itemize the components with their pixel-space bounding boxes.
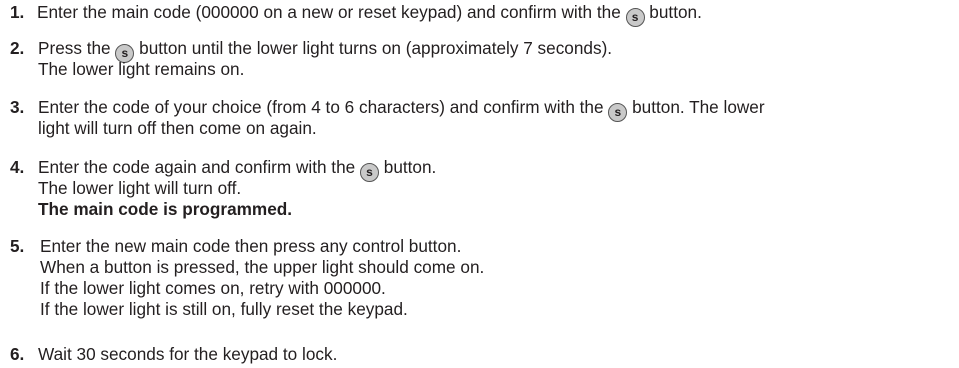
- step-number: 6.: [10, 344, 25, 364]
- step-line: If the lower light is still on, fully re…: [40, 299, 408, 319]
- step-number: 2.: [10, 38, 25, 58]
- step-text: Enter the main code (000000 on a new or …: [37, 2, 626, 22]
- step-line: Enter the new main code then press any c…: [40, 236, 462, 256]
- step-text: Press the: [38, 38, 116, 58]
- step-text: button.: [644, 2, 702, 22]
- step-text: Enter the code of your choice (from 4 to…: [38, 97, 609, 117]
- step-text: button. The lower: [627, 97, 765, 117]
- step-number: 3.: [10, 97, 25, 117]
- step-number: 1.: [10, 2, 25, 22]
- s-button-icon: s: [625, 8, 645, 27]
- s-button-icon: s: [359, 163, 379, 182]
- step-text: button.: [378, 157, 437, 177]
- step-text: button until the lower light turns on (a…: [134, 38, 613, 58]
- step-number: 4.: [10, 157, 25, 177]
- step-line: Wait 30 seconds for the keypad to lock.: [38, 344, 338, 364]
- step-line: The lower light remains on.: [38, 59, 245, 79]
- s-button-icon: s: [608, 103, 628, 122]
- step-line: When a button is pressed, the upper ligh…: [40, 257, 485, 277]
- step-line: light will turn off then come on again.: [38, 118, 317, 138]
- step-line: The lower light will turn off.: [38, 178, 242, 198]
- instruction-page: 1. Enter the main code (000000 on a new …: [0, 0, 959, 368]
- step-line: If the lower light comes on, retry with …: [40, 278, 386, 298]
- step-text: Enter the code again and confirm with th…: [38, 157, 360, 177]
- step-line: Enter the main code (000000 on a new or …: [37, 2, 702, 27]
- step-number: 5.: [10, 236, 25, 256]
- step-emphasis-line: The main code is programmed.: [38, 199, 293, 219]
